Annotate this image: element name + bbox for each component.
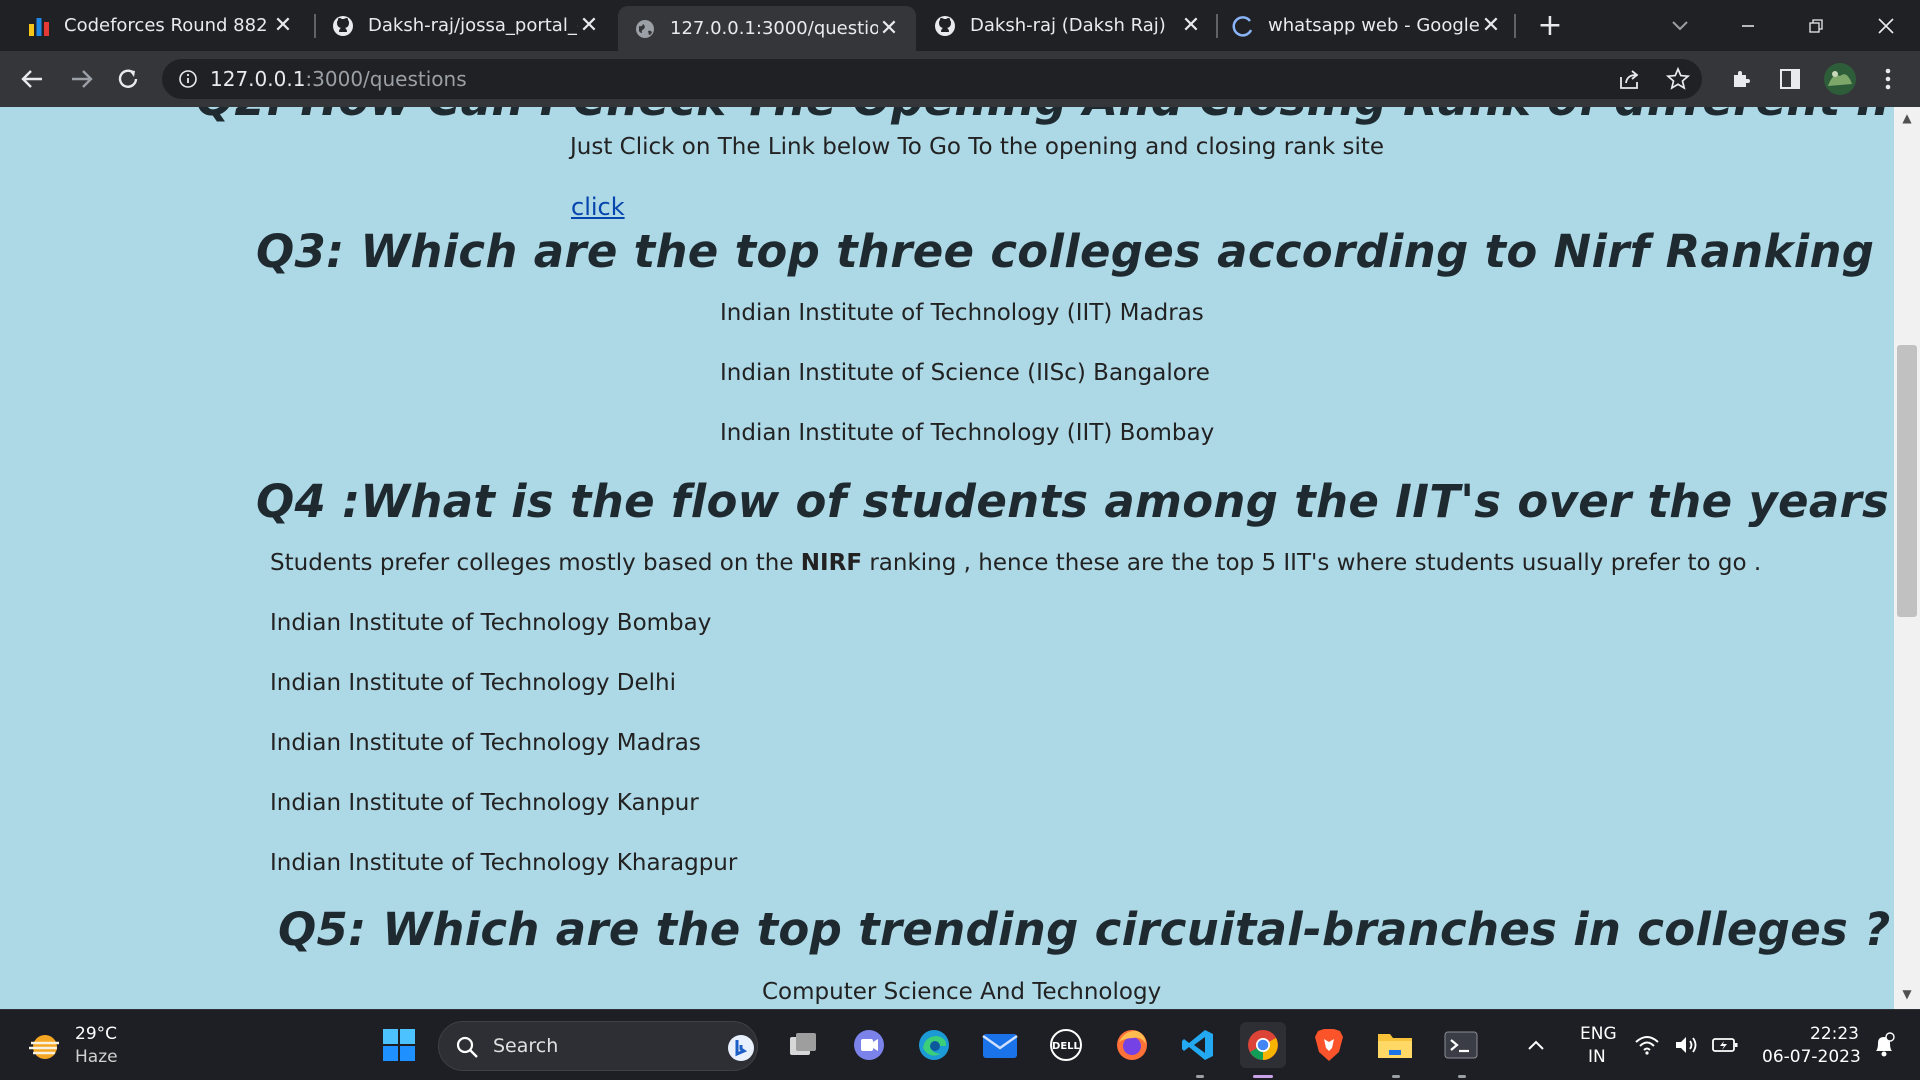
weather-desc: Haze <box>75 1047 118 1067</box>
active-indicator <box>1253 1075 1273 1078</box>
profile-avatar[interactable] <box>1820 51 1860 107</box>
tray-chevron-up-icon[interactable] <box>1516 1022 1556 1068</box>
tab-separator <box>1514 14 1516 38</box>
new-tab-icon[interactable]: + <box>1530 0 1570 51</box>
taskbar-search-box[interactable]: Search <box>438 1021 758 1071</box>
q3-item: Indian Institute of Technology (IIT) Mad… <box>720 300 1204 326</box>
forward-icon[interactable] <box>62 51 102 107</box>
close-tab-icon[interactable]: ✕ <box>1180 13 1202 38</box>
q2-text: Just Click on The Link below To Go To th… <box>570 134 1385 160</box>
task-view-icon[interactable] <box>780 1022 826 1068</box>
bing-icon[interactable] <box>727 1034 755 1062</box>
tab-codeforces[interactable]: Codeforces Round 882 (D ✕ <box>0 0 310 51</box>
page-viewport: Q2: How Can I Check The Opening And Clos… <box>0 107 1894 1009</box>
q4-item: Indian Institute of Technology Kanpur <box>270 790 699 816</box>
q4-intro-text: Students prefer colleges mostly based on… <box>270 550 801 576</box>
brave-icon[interactable] <box>1306 1022 1352 1068</box>
codeforces-icon <box>28 15 50 37</box>
page-scrollbar[interactable]: ▲ ▼ <box>1894 107 1920 1009</box>
volume-icon[interactable] <box>1670 1022 1704 1068</box>
svg-text:DELL: DELL <box>1052 1041 1081 1052</box>
dell-icon[interactable]: DELL <box>1043 1022 1089 1068</box>
site-info-icon[interactable] <box>178 69 198 89</box>
tab-search-chevron-icon[interactable] <box>1660 0 1700 51</box>
q4-intro: Students prefer colleges mostly based on… <box>270 550 1761 576</box>
browser-toolbar: 127.0.0.1:3000/questions <box>0 51 1920 107</box>
url-host: 127.0.0.1 <box>210 67 306 91</box>
tab-title: Daksh-raj (Daksh Raj) <box>970 15 1166 36</box>
q5-item: Computer Science And Technology <box>762 979 1162 1005</box>
q4-heading: Q4 :What is the flow of students among t… <box>256 475 1894 528</box>
battery-icon[interactable] <box>1708 1022 1742 1068</box>
q3-item: Indian Institute of Science (IISc) Banga… <box>720 360 1210 386</box>
back-icon[interactable] <box>12 51 52 107</box>
tab-title: 127.0.0.1:3000/questions <box>670 18 878 39</box>
kebab-menu-icon[interactable] <box>1868 51 1908 107</box>
running-indicator <box>1458 1075 1466 1078</box>
scrollbar-thumb[interactable] <box>1897 345 1917 617</box>
url-path: :3000/questions <box>305 67 467 91</box>
tab-title: whatsapp web - Google S <box>1268 15 1480 36</box>
q3-item: Indian Institute of Technology (IIT) Bom… <box>720 420 1215 446</box>
scroll-up-arrow-icon[interactable]: ▲ <box>1894 111 1920 131</box>
q4-intro-bold: NIRF <box>800 550 863 576</box>
weather-sun-icon[interactable] <box>22 1024 68 1070</box>
loading-icon <box>1232 15 1254 37</box>
tab-whatsapp-search[interactable]: whatsapp web - Google S ✕ <box>1218 0 1518 51</box>
tab-title: Daksh-raj/jossa_portal_dja <box>368 15 578 36</box>
file-explorer-icon[interactable] <box>1372 1022 1418 1068</box>
scroll-down-arrow-icon[interactable]: ▼ <box>1894 987 1920 1007</box>
wifi-icon[interactable] <box>1630 1022 1664 1068</box>
running-indicator <box>1196 1075 1204 1078</box>
tab-title: Codeforces Round 882 (D <box>64 15 272 36</box>
tab-github-profile[interactable]: Daksh-raj (Daksh Raj) ✕ <box>918 0 1218 51</box>
close-tab-icon[interactable]: ✕ <box>272 13 294 38</box>
lang-top[interactable]: ENG <box>1580 1024 1617 1044</box>
q2-heading: Q2: How Can I Check The Opening And Clos… <box>196 107 1894 126</box>
share-icon[interactable] <box>1618 68 1642 90</box>
windows-taskbar: 29°C Haze Search DELL ENG IN 22:23 06-07… <box>0 1009 1920 1080</box>
q4-item: Indian Institute of Technology Bombay <box>270 610 712 636</box>
tab-github-repo[interactable]: Daksh-raj/jossa_portal_dja ✕ <box>316 0 616 51</box>
edge-icon[interactable] <box>911 1022 957 1068</box>
chrome-icon[interactable] <box>1240 1022 1286 1068</box>
tab-questions[interactable]: 127.0.0.1:3000/questions ✕ <box>618 6 916 51</box>
extensions-puzzle-icon[interactable] <box>1722 51 1762 107</box>
github-icon <box>934 15 956 37</box>
q4-item: Indian Institute of Technology Delhi <box>270 670 677 696</box>
mail-icon[interactable] <box>977 1022 1023 1068</box>
teams-chat-icon[interactable] <box>846 1022 892 1068</box>
close-tab-icon[interactable]: ✕ <box>878 16 900 41</box>
restore-icon[interactable] <box>1796 0 1836 51</box>
notification-bell-icon[interactable] <box>1866 1022 1902 1068</box>
reload-icon[interactable] <box>108 51 148 107</box>
q5-heading: Q5: Which are the top trending circuital… <box>278 903 1891 956</box>
minimize-icon[interactable] <box>1728 0 1768 51</box>
search-icon <box>456 1036 478 1058</box>
side-panel-icon[interactable] <box>1770 51 1810 107</box>
terminal-icon[interactable] <box>1438 1022 1484 1068</box>
lang-bottom[interactable]: IN <box>1588 1047 1606 1067</box>
globe-icon <box>634 18 656 40</box>
tab-strip: Codeforces Round 882 (D ✕ Daksh-raj/joss… <box>0 0 1920 51</box>
github-icon <box>332 15 354 37</box>
rank-site-link[interactable]: click <box>571 193 625 221</box>
search-label: Search <box>493 1035 559 1057</box>
q4-item: Indian Institute of Technology Kharagpur <box>270 850 738 876</box>
q3-heading: Q3: Which are the top three colleges acc… <box>256 225 1894 278</box>
q4-item: Indian Institute of Technology Madras <box>270 730 701 756</box>
close-window-icon[interactable] <box>1866 0 1906 51</box>
clock-time[interactable]: 22:23 <box>1810 1024 1859 1044</box>
vscode-icon[interactable] <box>1175 1022 1221 1068</box>
running-indicator <box>1392 1075 1400 1078</box>
firefox-icon[interactable] <box>1109 1022 1155 1068</box>
clock-date[interactable]: 06-07-2023 <box>1762 1047 1861 1067</box>
windows-start-icon[interactable] <box>376 1022 422 1068</box>
close-tab-icon[interactable]: ✕ <box>578 13 600 38</box>
weather-temp: 29°C <box>75 1024 118 1044</box>
q4-intro-text: ranking , hence these are the top 5 IIT'… <box>862 550 1762 576</box>
address-bar[interactable]: 127.0.0.1:3000/questions <box>162 59 1702 99</box>
close-tab-icon[interactable]: ✕ <box>1480 13 1502 38</box>
bookmark-star-icon[interactable] <box>1666 67 1690 91</box>
